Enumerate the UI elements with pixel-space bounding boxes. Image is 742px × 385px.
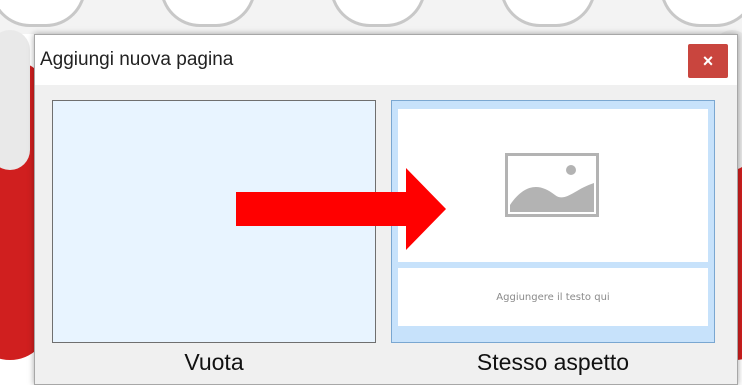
placeholder-text: Aggiungere il testo qui (496, 291, 610, 303)
background-decoration (660, 0, 742, 27)
close-button[interactable]: × (688, 44, 728, 78)
background-decoration (330, 0, 426, 27)
dialog-title: Aggiungi nuova pagina (40, 49, 234, 70)
close-icon: × (702, 50, 714, 71)
background-decoration (0, 30, 30, 170)
option-label-same-layout: Stesso aspetto (476, 349, 630, 375)
background-decoration (160, 0, 256, 27)
background-decoration (500, 0, 596, 27)
background-decoration (0, 0, 86, 27)
background-toolbar (0, 0, 742, 34)
text-placeholder: Aggiungere il testo qui (398, 268, 708, 326)
option-label-blank: Vuota (184, 349, 244, 375)
image-icon (505, 153, 599, 217)
red-arrow-annotation (236, 168, 446, 250)
dialog-title-bar: Aggiungi nuova pagina × (35, 35, 737, 85)
